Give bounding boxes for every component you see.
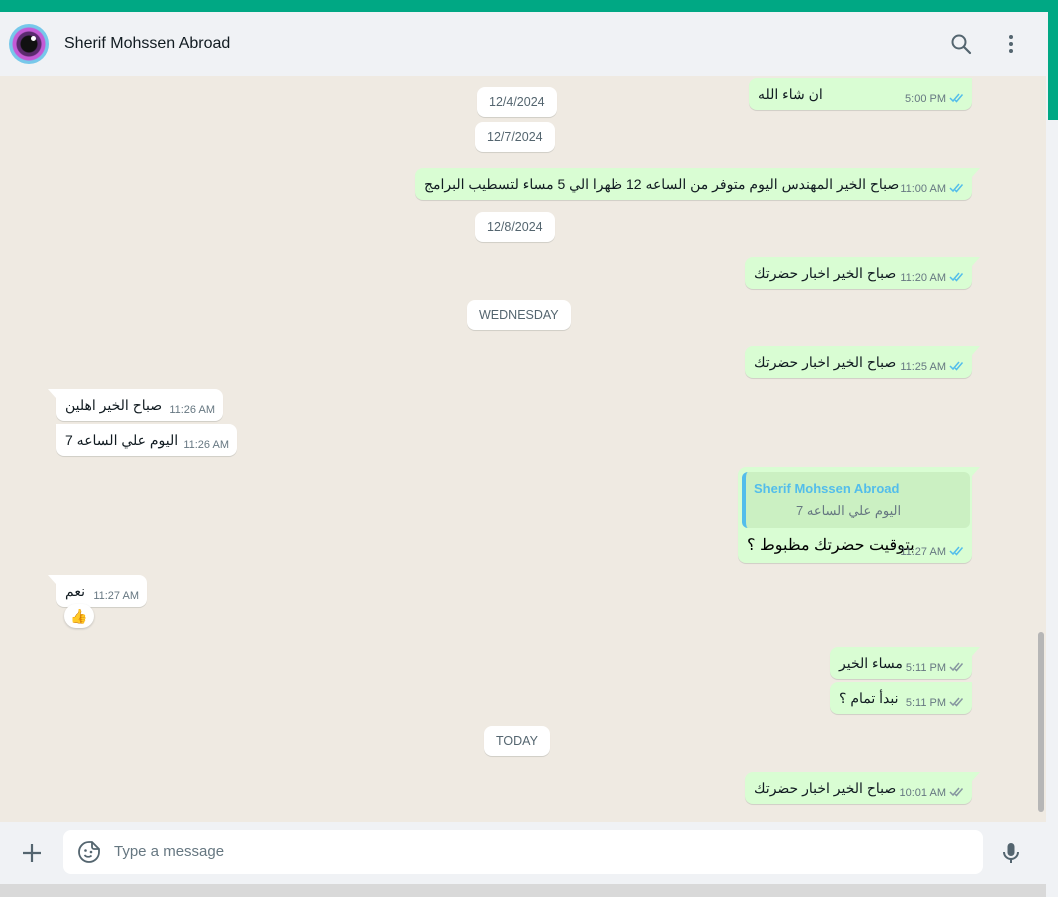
message-incoming[interactable]: صباح الخير اهلين 11:26 AM xyxy=(48,389,223,421)
chat-area[interactable]: ان شاء الله 5:00 PM 12/4/2024 12/7/2024 … xyxy=(0,76,1046,822)
message-time: 5:11 PM xyxy=(905,697,946,709)
message-text: صباح الخير اخبار حضرتك xyxy=(754,780,897,796)
date-separator: TODAY xyxy=(484,726,550,756)
message-incoming[interactable]: اليوم علي الساعه 7 11:26 AM xyxy=(56,424,237,456)
double-check-icon xyxy=(949,787,964,797)
plus-icon[interactable] xyxy=(20,841,44,865)
message-outgoing[interactable]: ان شاء الله 5:00 PM xyxy=(749,78,972,110)
sticker-icon[interactable] xyxy=(77,840,101,864)
date-separator: 12/7/2024 xyxy=(475,122,555,152)
quoted-reply-text: اليوم علي الساعه 7 xyxy=(796,503,902,518)
message-incoming[interactable]: نعم 11:27 AM xyxy=(48,575,147,607)
date-separator: 12/8/2024 xyxy=(475,212,555,242)
message-text: ان شاء الله xyxy=(758,86,823,102)
message-time: 11:27 AM xyxy=(93,590,139,602)
message-outgoing[interactable]: صباح الخير المهندس اليوم متوفر من الساعه… xyxy=(415,168,980,200)
date-separator: 12/4/2024 xyxy=(477,87,557,117)
message-text: بتوقيت حضرتك مظبوط ؟ xyxy=(747,537,915,554)
double-check-icon xyxy=(949,361,964,371)
double-check-icon xyxy=(949,662,964,672)
menu-icon[interactable] xyxy=(999,32,1023,56)
message-time: 5:00 PM xyxy=(905,93,946,105)
right-accent-strip xyxy=(1048,12,1058,120)
double-check-icon xyxy=(949,697,964,707)
message-time: 11:00 AM xyxy=(900,183,946,195)
message-text: اليوم علي الساعه 7 xyxy=(65,432,179,448)
composer-bar: Type a message xyxy=(0,822,1046,884)
double-check-icon xyxy=(949,546,964,556)
right-panel-edge xyxy=(1046,12,1058,897)
message-time: 5:11 PM xyxy=(905,662,946,674)
message-input[interactable]: Type a message xyxy=(63,830,983,874)
message-time: 11:27 AM xyxy=(900,546,946,558)
message-text: صباح الخير اهلين xyxy=(65,397,163,413)
message-text: مساء الخير xyxy=(839,655,903,671)
message-time: 10:01 AM xyxy=(899,787,946,799)
top-accent-strip xyxy=(0,0,1058,12)
message-outgoing[interactable]: نبدأ تمام ؟ 5:11 PM xyxy=(830,682,972,714)
message-text: نبدأ تمام ؟ xyxy=(839,690,899,706)
reaction-badge[interactable]: 👍 xyxy=(64,604,94,628)
message-text: صباح الخير المهندس اليوم متوفر من الساعه… xyxy=(424,176,900,192)
contact-name[interactable]: Sherif Mohssen Abroad xyxy=(64,35,230,53)
chat-scrollbar[interactable] xyxy=(1038,632,1044,812)
search-icon[interactable] xyxy=(949,32,973,56)
avatar-highlight xyxy=(31,36,36,41)
message-outgoing[interactable]: صباح الخير اخبار حضرتك 11:20 AM xyxy=(745,257,980,289)
chat-header[interactable]: Sherif Mohssen Abroad xyxy=(0,12,1046,76)
double-check-icon xyxy=(949,183,964,193)
message-outgoing[interactable]: صباح الخير اخبار حضرتك 11:25 AM xyxy=(745,346,980,378)
message-text: نعم xyxy=(65,583,85,599)
message-time: 11:20 AM xyxy=(900,272,946,284)
message-time: 11:25 AM xyxy=(900,361,946,373)
message-time: 11:26 AM xyxy=(183,439,229,451)
message-outgoing[interactable]: مساء الخير 5:11 PM xyxy=(830,647,980,679)
message-text: صباح الخير اخبار حضرتك xyxy=(754,265,897,281)
bottom-strip xyxy=(0,884,1046,897)
message-text: صباح الخير اخبار حضرتك xyxy=(754,354,897,370)
message-time: 11:26 AM xyxy=(169,404,215,416)
message-input-placeholder[interactable]: Type a message xyxy=(114,843,224,860)
quoted-reply[interactable]: Sherif Mohssen Abroad اليوم علي الساعه 7 xyxy=(742,472,970,528)
double-check-icon xyxy=(949,93,964,103)
quoted-reply-name: Sherif Mohssen Abroad xyxy=(754,481,900,496)
mic-icon[interactable] xyxy=(999,841,1023,865)
double-check-icon xyxy=(949,272,964,282)
message-outgoing[interactable]: صباح الخير اخبار حضرتك 10:01 AM xyxy=(745,772,980,804)
date-separator: WEDNESDAY xyxy=(467,300,571,330)
avatar[interactable] xyxy=(9,24,49,64)
